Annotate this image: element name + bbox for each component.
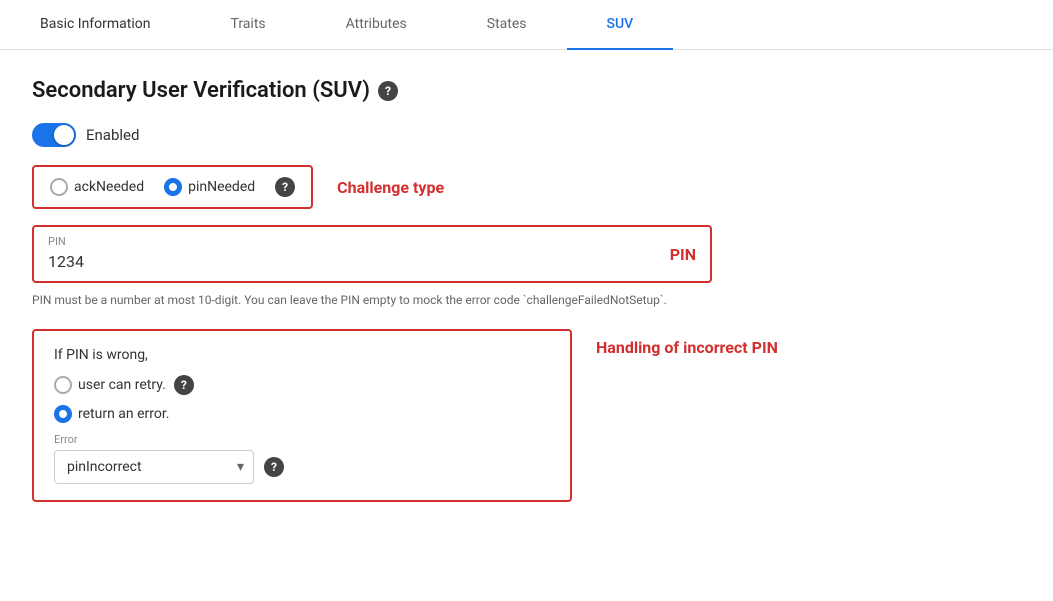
retry-help-icon[interactable]: ? bbox=[174, 375, 194, 395]
error-dropdown-wrapper: pinIncorrect ? bbox=[54, 450, 550, 484]
tab-bar: Basic Information Traits Attributes Stat… bbox=[0, 0, 1053, 50]
incorrect-pin-row: If PIN is wrong, user can retry. ? retur… bbox=[32, 329, 1021, 502]
pin-annotation: PIN bbox=[670, 235, 696, 264]
tab-attributes[interactable]: Attributes bbox=[306, 0, 447, 50]
page-content: Secondary User Verification (SUV) ? Enab… bbox=[0, 50, 1053, 530]
tab-suv[interactable]: SUV bbox=[567, 0, 674, 50]
retry-radio-row: user can retry. ? bbox=[54, 375, 550, 395]
pin-field-wrapper: PIN 1234 PIN bbox=[32, 225, 712, 283]
challenge-type-annotation: Challenge type bbox=[337, 178, 444, 197]
enabled-toggle-row: Enabled bbox=[32, 123, 1021, 147]
radio-circle-retry bbox=[54, 376, 72, 394]
error-dropdown-label: Error bbox=[54, 433, 550, 446]
pin-field-label: PIN bbox=[48, 235, 650, 248]
incorrect-pin-box: If PIN is wrong, user can retry. ? retur… bbox=[32, 329, 572, 502]
error-dropdown[interactable]: pinIncorrect bbox=[54, 450, 254, 484]
error-dropdown-help-icon[interactable]: ? bbox=[264, 457, 284, 477]
error-dropdown-value: pinIncorrect bbox=[67, 459, 142, 475]
enabled-label: Enabled bbox=[86, 126, 139, 144]
radio-circle-pinneeded bbox=[164, 178, 182, 196]
radio-label-retry: user can retry. bbox=[78, 377, 166, 393]
radio-label-error: return an error. bbox=[78, 406, 169, 422]
tab-basic-information[interactable]: Basic Information bbox=[0, 0, 191, 50]
error-dropdown-container: pinIncorrect bbox=[54, 450, 254, 484]
radio-label-pinneeded: pinNeeded bbox=[188, 179, 255, 195]
radio-circle-error bbox=[54, 405, 72, 423]
radio-label-ackneeded: ackNeeded bbox=[74, 179, 144, 195]
error-dropdown-row: Error pinIncorrect ? bbox=[54, 433, 550, 484]
incorrect-pin-annotation-wrapper: Handling of incorrect PIN bbox=[596, 329, 778, 359]
pin-field-value[interactable]: 1234 bbox=[48, 252, 650, 271]
enabled-toggle[interactable] bbox=[32, 123, 76, 147]
page-container: Basic Information Traits Attributes Stat… bbox=[0, 0, 1053, 601]
challenge-type-row: ackNeeded pinNeeded ? Challenge type bbox=[32, 165, 1021, 209]
radio-option-error[interactable]: return an error. bbox=[54, 405, 169, 423]
tab-states[interactable]: States bbox=[447, 0, 567, 50]
incorrect-pin-annotation-text: Handling of incorrect PIN bbox=[596, 337, 778, 359]
incorrect-pin-title: If PIN is wrong, bbox=[54, 347, 550, 363]
radio-option-pinneeded[interactable]: pinNeeded bbox=[164, 178, 255, 196]
challenge-type-box: ackNeeded pinNeeded ? bbox=[32, 165, 313, 209]
tab-traits[interactable]: Traits bbox=[191, 0, 306, 50]
title-help-icon[interactable]: ? bbox=[378, 81, 398, 101]
radio-circle-ackneeded bbox=[50, 178, 68, 196]
radio-option-ackneeded[interactable]: ackNeeded bbox=[50, 178, 144, 196]
page-title-text: Secondary User Verification (SUV) bbox=[32, 78, 370, 103]
error-radio-row: return an error. bbox=[54, 405, 550, 423]
radio-option-retry[interactable]: user can retry. bbox=[54, 376, 166, 394]
pin-hint: PIN must be a number at most 10-digit. Y… bbox=[32, 291, 712, 309]
page-title: Secondary User Verification (SUV) ? bbox=[32, 78, 1021, 103]
pin-input-area: PIN 1234 bbox=[48, 235, 650, 271]
challenge-type-help-icon[interactable]: ? bbox=[275, 177, 295, 197]
